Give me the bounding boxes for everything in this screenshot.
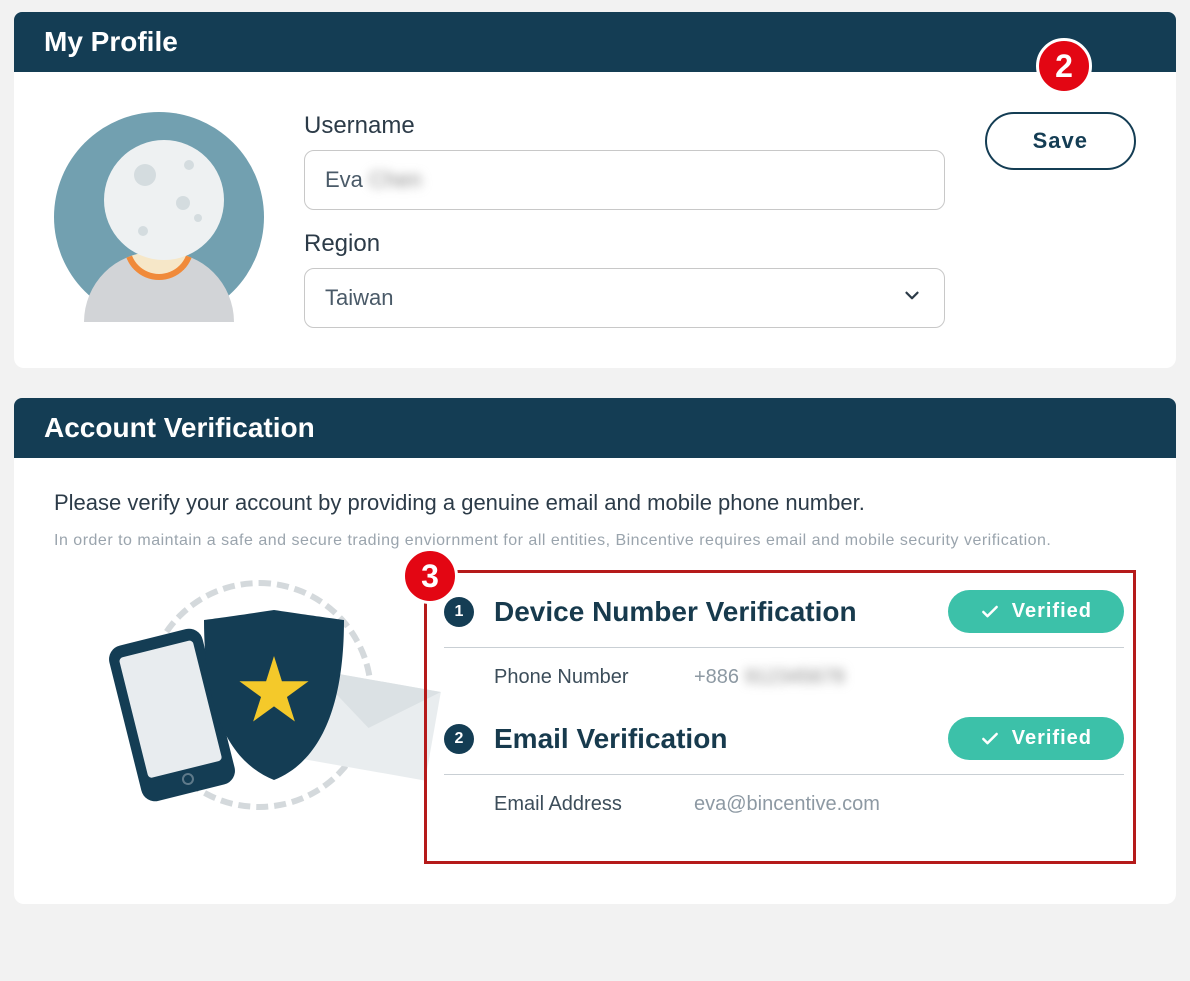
device-verification-title: Device Number Verification (494, 596, 928, 628)
username-input[interactable]: Eva Chen (304, 150, 945, 210)
save-button[interactable]: Save (985, 112, 1136, 170)
device-verified-badge: Verified (948, 590, 1124, 633)
check-icon (980, 729, 1000, 749)
annotation-badge-3: 3 (402, 548, 458, 604)
check-icon (980, 602, 1000, 622)
profile-card: Username Eva Chen Region Taiwan (14, 72, 1176, 368)
phone-number-redacted: 912345678 (745, 666, 845, 689)
step-number-2: 2 (444, 724, 474, 754)
region-select[interactable]: Taiwan (304, 268, 945, 328)
email-verified-label: Verified (1012, 727, 1092, 750)
profile-form: Username Eva Chen Region Taiwan (304, 112, 945, 328)
verification-card: Please verify your account by providing … (14, 458, 1176, 904)
step-number-1: 1 (444, 597, 474, 627)
annotation-badge-2: 2 (1036, 38, 1092, 94)
profile-header-title: My Profile (44, 26, 1146, 58)
username-value-visible: Eva (325, 167, 363, 192)
verification-list: 3 1 Device Number Verification Verified … (424, 570, 1136, 864)
verification-subtext: In order to maintain a safe and secure t… (54, 532, 1136, 550)
region-field-group: Region Taiwan (304, 230, 945, 328)
email-verification-title: Email Verification (494, 723, 928, 755)
verification-header-bar: Account Verification (14, 398, 1176, 458)
email-address-label: Email Address (494, 793, 654, 816)
device-verified-label: Verified (1012, 600, 1092, 623)
username-value-redacted: Chen (369, 167, 422, 193)
region-value: Taiwan (325, 285, 393, 310)
device-verification-section: 1 Device Number Verification Verified Ph… (444, 590, 1124, 689)
verification-illustration (54, 570, 414, 850)
phone-number-label: Phone Number (494, 666, 654, 689)
email-address-value: eva@bincentive.com (694, 793, 880, 816)
username-label: Username (304, 112, 945, 140)
email-verification-section: 2 Email Verification Verified Email Addr… (444, 717, 1124, 816)
verification-header-title: Account Verification (44, 412, 1146, 444)
email-verified-badge: Verified (948, 717, 1124, 760)
verification-intro: Please verify your account by providing … (54, 490, 1136, 516)
username-field-group: Username Eva Chen (304, 112, 945, 210)
region-label: Region (304, 230, 945, 258)
phone-number-value: +886 912345678 (694, 666, 845, 689)
profile-header-bar: My Profile (14, 12, 1176, 72)
avatar (54, 112, 264, 322)
